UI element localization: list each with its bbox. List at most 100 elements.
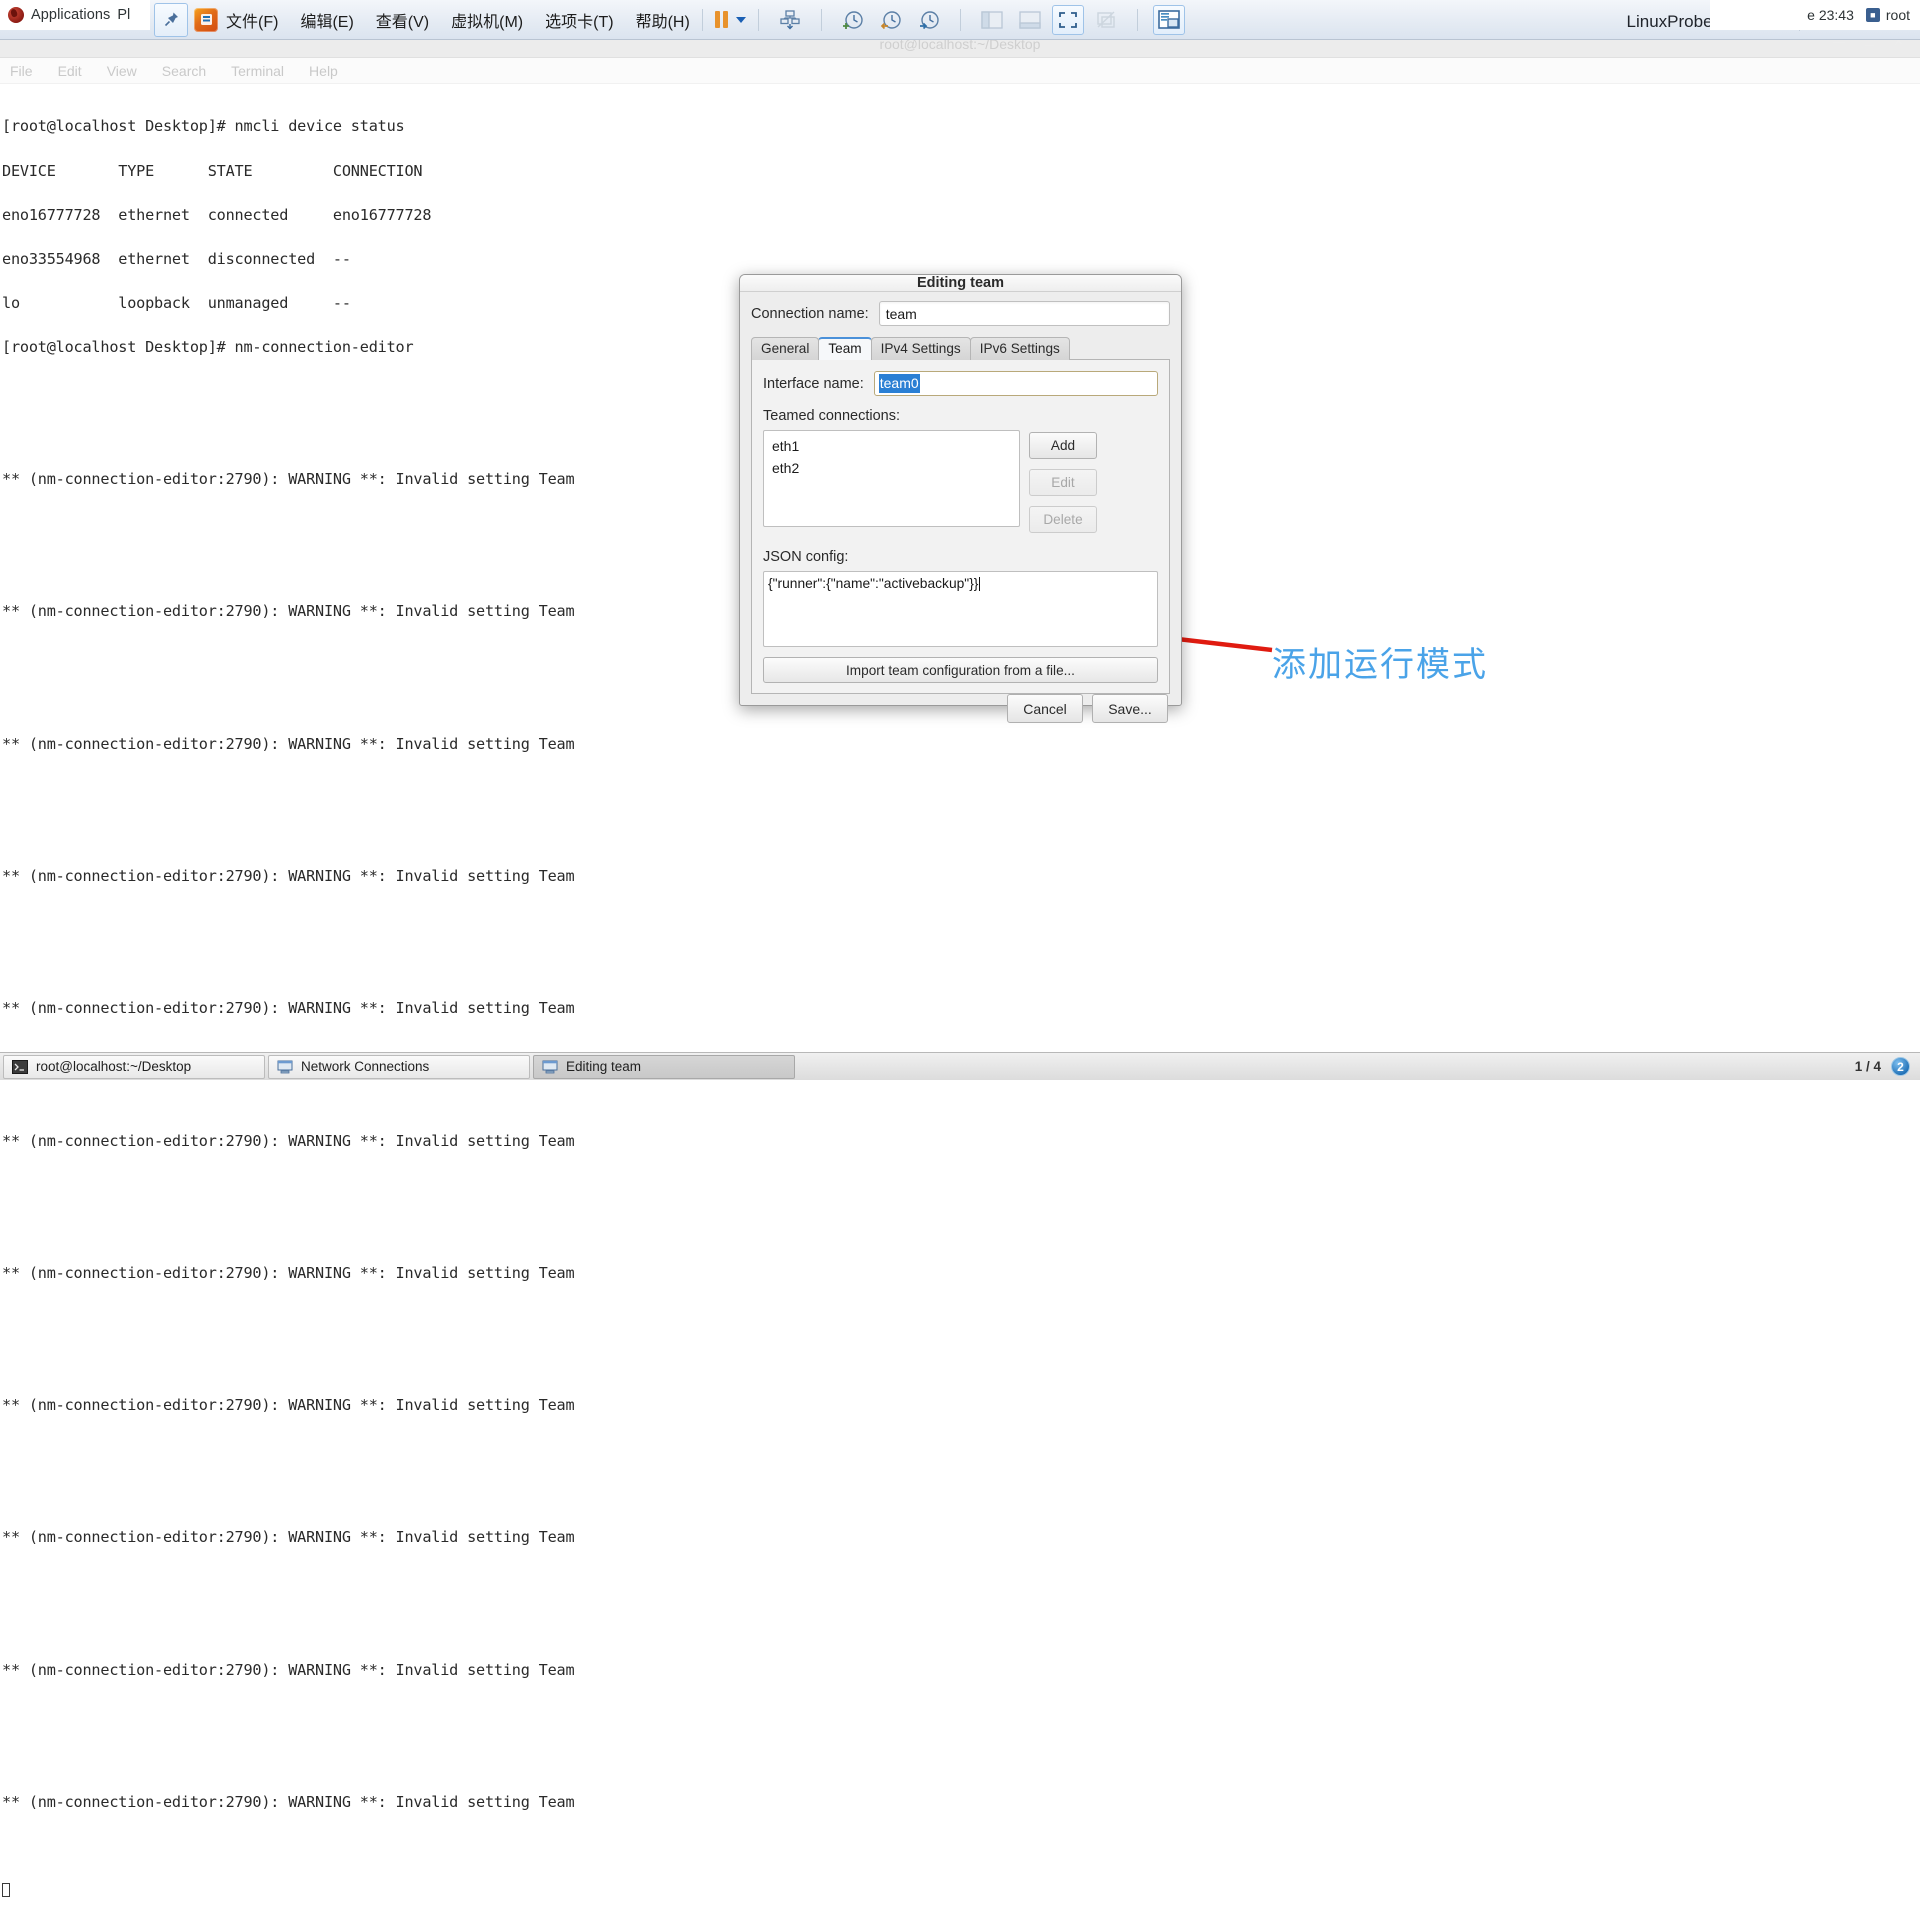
clock[interactable]: e 23:43 [1807, 7, 1854, 23]
gnome-top-panel-left: Applications Pl [0, 0, 150, 30]
show-library-icon[interactable] [976, 5, 1008, 35]
terminal-line-blank [2, 1575, 1920, 1590]
terminal-line-blank [2, 781, 1920, 796]
pause-button[interactable] [715, 11, 746, 28]
toolbar-separator [960, 9, 961, 31]
team-tab-panel: Interface name: team0 Teamed connections… [751, 359, 1170, 694]
tab-team[interactable]: Team [818, 337, 871, 360]
places-menu[interactable]: Pl [117, 7, 130, 23]
terminal-line-blank [2, 913, 1920, 928]
vm-menu-edit[interactable]: 编辑(E) [300, 8, 353, 32]
dialog-titlebar: Editing team [740, 275, 1181, 292]
tab-ipv6-settings[interactable]: IPv6 Settings [970, 337, 1070, 360]
terminal-prompt-cursor [2, 1883, 1920, 1898]
annotation-label: 添加运行模式 [1272, 637, 1488, 686]
terminal-line: DEVICE TYPE STATE CONNECTION [2, 164, 1920, 179]
menu-search[interactable]: Search [162, 63, 206, 79]
taskbar-item-editing-team[interactable]: Editing team [533, 1055, 795, 1079]
user-menu[interactable]: ■ root [1866, 7, 1910, 23]
taskbar-item-terminal[interactable]: root@localhost:~/Desktop [3, 1055, 265, 1079]
terminal-line: ** (nm-connection-editor:2790): WARNING … [2, 1001, 1920, 1016]
interface-name-row: Interface name: team0 [763, 371, 1158, 396]
connection-name-input[interactable]: team [879, 301, 1170, 326]
terminal-line: ** (nm-connection-editor:2790): WARNING … [2, 869, 1920, 884]
terminal-line-blank [2, 1310, 1920, 1325]
vm-menu-tabs[interactable]: 选项卡(T) [545, 8, 613, 32]
vmware-toolbar: 文件(F) 编辑(E) 查看(V) 虚拟机(M) 选项卡(T) 帮助(H) [0, 0, 1920, 40]
teamed-connections-label: Teamed connections: [763, 408, 1158, 424]
taskbar-item-label: Network Connections [301, 1059, 429, 1074]
teamed-connections-list[interactable]: eth1 eth2 [763, 430, 1020, 527]
list-item[interactable]: eth2 [764, 457, 1019, 479]
interface-name-input[interactable]: team0 [874, 371, 1158, 396]
terminal-line: ** (nm-connection-editor:2790): WARNING … [2, 737, 1920, 752]
snapshot-icon[interactable] [837, 5, 869, 35]
json-config-textarea[interactable]: {"runner":{"name":"activebackup"}} [763, 571, 1158, 647]
workspace-count: 1 / 4 [1855, 1059, 1881, 1074]
terminal-line: ** (nm-connection-editor:2790): WARNING … [2, 1398, 1920, 1413]
terminal-icon [12, 1059, 28, 1075]
gnome-top-panel-right: e 23:43 ■ root [1710, 0, 1920, 30]
terminal-line-blank [2, 1178, 1920, 1193]
cancel-button[interactable]: Cancel [1007, 694, 1083, 723]
menu-terminal[interactable]: Terminal [231, 63, 284, 79]
terminal-line-blank [2, 1707, 1920, 1722]
taskbar: root@localhost:~/Desktop Network Connect… [0, 1052, 1920, 1080]
fedora-logo-icon [8, 7, 24, 23]
json-config-value: {"runner":{"name":"activebackup"}} [768, 576, 980, 591]
terminal-line: [root@localhost Desktop]# nmcli device s… [2, 119, 1920, 134]
toolbar-separator [821, 9, 822, 31]
terminal-line-blank [2, 1442, 1920, 1457]
menu-edit[interactable]: Edit [58, 63, 82, 79]
workspace-badge[interactable]: 2 [1891, 1057, 1910, 1076]
workspace-indicator[interactable]: 1 / 4 2 [1855, 1057, 1910, 1076]
terminal-menubar: File Edit View Search Terminal Help [0, 58, 1920, 84]
terminal-line-blank [2, 1839, 1920, 1854]
snapshot-manager-icon[interactable] [913, 5, 945, 35]
list-item[interactable]: eth1 [764, 435, 1019, 457]
terminal-line: eno33554968 ethernet disconnected -- [2, 252, 1920, 267]
terminal-line: eno16777728 ethernet connected eno167777… [2, 208, 1920, 223]
network-window-icon [277, 1059, 293, 1075]
send-ctrl-alt-del-icon[interactable] [774, 5, 806, 35]
dialog-action-bar: Cancel Save... [740, 694, 1181, 723]
menu-view[interactable]: View [107, 63, 137, 79]
vm-menu-help[interactable]: 帮助(H) [636, 8, 690, 32]
save-button[interactable]: Save... [1092, 694, 1168, 723]
revert-snapshot-icon[interactable] [875, 5, 907, 35]
terminal-line-blank [2, 1222, 1920, 1237]
toolbar-separator [758, 9, 759, 31]
pin-icon[interactable] [154, 3, 188, 37]
show-thumbnails-icon[interactable] [1014, 5, 1046, 35]
terminal-line: ** (nm-connection-editor:2790): WARNING … [2, 1530, 1920, 1545]
terminal-line-blank [2, 1089, 1920, 1104]
connection-name-row: Connection name: team [751, 301, 1170, 326]
menu-file[interactable]: File [10, 63, 33, 79]
vm-menu-view[interactable]: 查看(V) [376, 8, 429, 32]
taskbar-item-network-connections[interactable]: Network Connections [268, 1055, 530, 1079]
add-button[interactable]: Add [1029, 432, 1097, 459]
teamed-connections-area: eth1 eth2 Add Edit Delete [763, 430, 1158, 533]
chevron-down-icon[interactable] [736, 17, 746, 23]
console-view-icon[interactable] [1153, 5, 1185, 35]
menu-help[interactable]: Help [309, 63, 338, 79]
import-team-configuration-button[interactable]: Import team configuration from a file... [763, 657, 1158, 683]
tab-general[interactable]: General [751, 337, 819, 360]
vmware-menubar: 文件(F) 编辑(E) 查看(V) 虚拟机(M) 选项卡(T) 帮助(H) [226, 8, 690, 32]
text-cursor [2, 1883, 10, 1897]
fullscreen-icon[interactable] [1052, 5, 1084, 35]
vm-menu-file[interactable]: 文件(F) [226, 8, 278, 32]
delete-button: Delete [1029, 506, 1097, 533]
toolbar-separator [1137, 9, 1138, 31]
unity-mode-icon[interactable] [1090, 5, 1122, 35]
applications-menu[interactable]: Applications [31, 7, 110, 23]
vm-menu-virtual-machine[interactable]: 虚拟机(M) [451, 8, 523, 32]
pause-icon [715, 11, 728, 28]
tab-ipv4-settings[interactable]: IPv4 Settings [871, 337, 971, 360]
interface-name-value: team0 [879, 374, 920, 393]
connection-name-value: team [886, 306, 917, 322]
toolbar-separator [702, 9, 703, 31]
terminal-line-blank [2, 957, 1920, 972]
edit-button: Edit [1029, 469, 1097, 496]
user-icon: ■ [1866, 8, 1880, 22]
